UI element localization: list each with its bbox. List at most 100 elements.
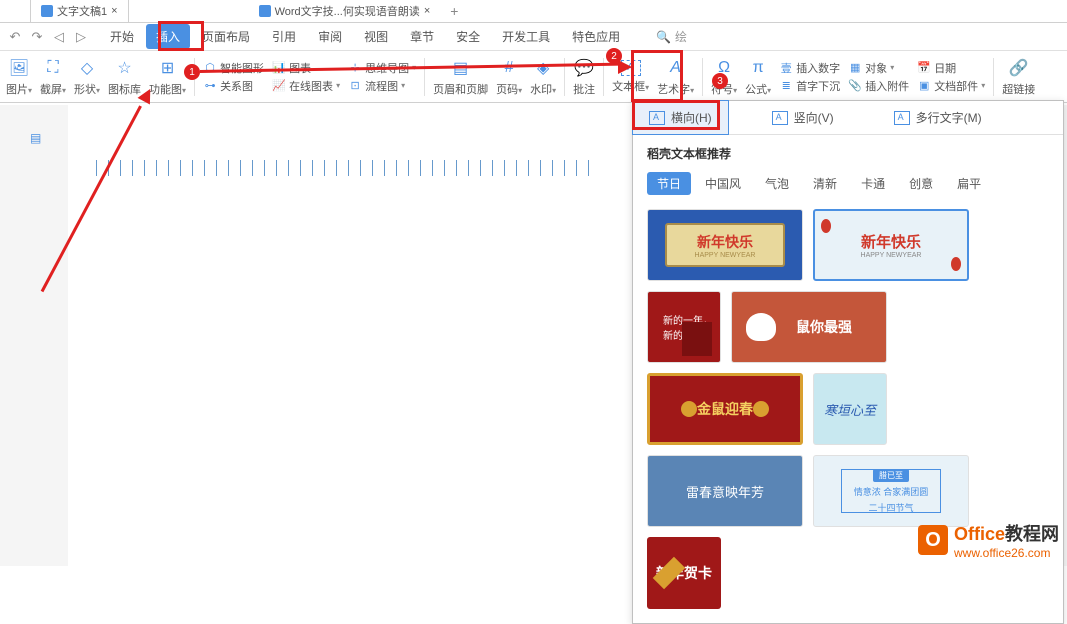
- template-card[interactable]: 寒垣心至: [813, 373, 887, 445]
- undo-button[interactable]: ↶: [6, 28, 24, 46]
- attach-icon: 📎: [848, 79, 862, 93]
- ribbon-object[interactable]: ▦对象▾: [848, 60, 909, 76]
- flowchart-icon: ⊡: [348, 79, 362, 93]
- date-icon: 📅: [917, 61, 931, 75]
- cat-creative[interactable]: 创意: [899, 172, 943, 195]
- close-icon[interactable]: ×: [111, 5, 117, 17]
- doc-icon: [259, 5, 271, 17]
- funcchart-icon: ⊞: [157, 57, 179, 79]
- badge-2: 2: [606, 48, 622, 64]
- cat-holiday[interactable]: 节日: [647, 172, 691, 195]
- multiline-icon: [894, 111, 910, 125]
- ribbon-date[interactable]: 📅日期: [917, 60, 985, 76]
- ribbon-pagenum[interactable]: #页码▾: [496, 57, 522, 97]
- search-icon: 🔍: [656, 30, 671, 44]
- ribbon-docpart[interactable]: ▣文档部件▾: [917, 78, 985, 94]
- page-thumbnail-icon[interactable]: ▤: [30, 131, 44, 145]
- cat-fresh[interactable]: 清新: [803, 172, 847, 195]
- option-vertical[interactable]: 竖向(V): [756, 101, 850, 134]
- ribbon-relation[interactable]: ⊶关系图: [203, 78, 264, 94]
- template-card[interactable]: 腊已至情意浓 合家满团圆二十四节气: [813, 455, 969, 527]
- highlight-1: [158, 21, 204, 51]
- menu-review[interactable]: 审阅: [308, 24, 352, 49]
- template-card[interactable]: 新年快乐HAPPY NEWYEAR: [647, 209, 803, 281]
- menu-view[interactable]: 视图: [354, 24, 398, 49]
- doc-icon: [41, 5, 53, 17]
- separator: [993, 58, 994, 96]
- doc-tab-1[interactable]: 文字文稿1 ×: [30, 0, 129, 22]
- doc-tab-2[interactable]: Word文字技...何实现语音朗读 ×: [249, 0, 441, 22]
- menu-dev[interactable]: 开发工具: [492, 24, 560, 49]
- tab-label: 文字文稿1: [57, 3, 107, 19]
- category-tabs: 节日 中国风 气泡 清新 卡通 创意 扁平: [633, 168, 1063, 205]
- redo-button[interactable]: ↷: [28, 28, 46, 46]
- search-area[interactable]: 🔍 绘: [656, 28, 1067, 45]
- forward-button[interactable]: ▷: [72, 28, 90, 46]
- ribbon-dropcap[interactable]: ≣首字下沉: [779, 78, 840, 94]
- ribbon-toolbar: 🖼图片▾ ⛶截屏▾ ◇形状▾ ☆图标库 ⊞功能图▾ ⬡智能图形 ⊶关系图 📊图表…: [0, 51, 1067, 103]
- new-tab-button[interactable]: +: [440, 0, 468, 22]
- menu-safe[interactable]: 安全: [446, 24, 490, 49]
- iconlib-icon: ☆: [114, 57, 136, 79]
- template-card[interactable]: 鼠你最强: [731, 291, 887, 363]
- watermark-icon: O: [918, 525, 948, 555]
- cat-chinese[interactable]: 中国风: [695, 172, 751, 195]
- search-placeholder: 绘: [675, 28, 687, 45]
- chart-icon: 📊: [272, 61, 286, 75]
- ribbon-smartgraph[interactable]: ⬡智能图形: [203, 60, 264, 76]
- left-margin: ▤: [0, 105, 68, 566]
- onlinechart-icon: 📈: [272, 79, 286, 93]
- insertnum-icon: 壹: [779, 61, 793, 75]
- menu-section[interactable]: 章节: [400, 24, 444, 49]
- ribbon-watermark[interactable]: ◈水印▾: [530, 57, 556, 97]
- dropcap-icon: ≣: [779, 79, 793, 93]
- menu-start[interactable]: 开始: [100, 24, 144, 49]
- template-card[interactable]: 新年贺卡: [647, 537, 721, 609]
- ribbon-attach[interactable]: 📎插入附件: [848, 78, 909, 94]
- ribbon-hyperlink[interactable]: 🔗超链接: [1002, 57, 1035, 97]
- cat-cartoon[interactable]: 卡通: [851, 172, 895, 195]
- separator: [702, 58, 703, 96]
- watermark-url: www.office26.com: [954, 546, 1059, 560]
- watermark-icon: ◈: [532, 57, 554, 79]
- badge-3: 3: [712, 73, 728, 89]
- option-multiline[interactable]: 多行文字(M): [878, 101, 998, 134]
- history-controls: ↶ ↷ ◁ ▷: [6, 28, 98, 46]
- ribbon-screenshot[interactable]: ⛶截屏▾: [40, 57, 66, 97]
- menu-special[interactable]: 特色应用: [562, 24, 630, 49]
- template-grid: 新年快乐HAPPY NEWYEAR 新年快乐HAPPY NEWYEAR 新的一年…: [633, 205, 1063, 623]
- ribbon-shape[interactable]: ◇形状▾: [74, 57, 100, 97]
- recommend-title: 稻壳文本框推荐: [633, 135, 1063, 168]
- screenshot-icon: ⛶: [42, 57, 64, 79]
- watermark-brand: Office教程网: [954, 520, 1059, 546]
- template-card[interactable]: 雷春意映年芳: [647, 455, 803, 527]
- template-card[interactable]: 金鼠迎春: [647, 373, 803, 445]
- menu-ref[interactable]: 引用: [262, 24, 306, 49]
- shape-icon: ◇: [76, 57, 98, 79]
- back-button[interactable]: ◁: [50, 28, 68, 46]
- ribbon-iconlib[interactable]: ☆图标库: [108, 57, 141, 97]
- cat-bubble[interactable]: 气泡: [755, 172, 799, 195]
- relation-icon: ⊶: [203, 79, 217, 93]
- tab-label: Word文字技...何实现语音朗读: [275, 3, 420, 19]
- formula-icon: π: [747, 57, 769, 79]
- hyperlink-icon: 🔗: [1008, 57, 1030, 79]
- separator: [424, 58, 425, 96]
- ribbon-onlinechart[interactable]: 📈在线图表▾: [272, 78, 340, 94]
- ribbon-flowchart[interactable]: ⊡流程图▾: [348, 78, 416, 94]
- document-tabs-bar: 文字文稿1 × Word文字技...何实现语音朗读 × +: [0, 0, 1067, 23]
- picture-icon: 🖼: [8, 57, 30, 79]
- template-card[interactable]: 新的一年，新的愿望。: [647, 291, 721, 363]
- cat-flat[interactable]: 扁平: [947, 172, 991, 195]
- ribbon-formula[interactable]: π公式▾: [745, 57, 771, 97]
- ribbon-insertnum[interactable]: 壹插入数字: [779, 60, 840, 76]
- ribbon-header[interactable]: ▤页眉和页脚: [433, 57, 488, 97]
- ribbon-picture[interactable]: 🖼图片▾: [6, 57, 32, 97]
- close-icon[interactable]: ×: [424, 5, 430, 17]
- highlight-3: [632, 100, 720, 130]
- vertical-icon: [772, 111, 788, 125]
- template-card[interactable]: 新年快乐HAPPY NEWYEAR: [813, 209, 969, 281]
- watermark: O Office教程网 www.office26.com: [918, 520, 1059, 560]
- comment-icon: 💬: [573, 57, 595, 79]
- object-icon: ▦: [848, 61, 862, 75]
